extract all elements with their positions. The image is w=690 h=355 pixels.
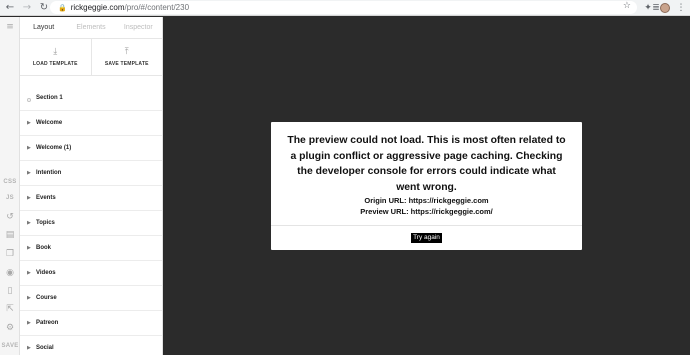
css-button[interactable]: CSS — [0, 177, 20, 187]
error-message: The preview could not load. This is most… — [287, 135, 566, 193]
modal-footer: Try again — [271, 226, 582, 250]
list-item[interactable]: ▶ Welcome — [20, 111, 162, 136]
history-icon[interactable]: ↺ — [0, 211, 20, 223]
icon-rail: ≡ CSS JS ↺ ▤ ❐ ◉ ▯ ⇱ ⚙ SAVE — [0, 17, 20, 355]
list-item[interactable]: ▶ Patreon — [20, 311, 162, 336]
preview-icon[interactable]: ◉ — [0, 267, 20, 279]
hamburger-menu-icon[interactable]: ≡ — [0, 21, 20, 33]
layout-tree: Section 1 ▶ Welcome ▶ Welcome (1) ▶ Inte… — [20, 86, 162, 355]
list-item[interactable]: ▶ Book — [20, 236, 162, 261]
list-item[interactable]: ▶ Course — [20, 286, 162, 311]
caret-right-icon[interactable]: ▶ — [27, 170, 36, 176]
layers-icon[interactable]: ❐ — [0, 248, 20, 260]
caret-right-icon[interactable]: ▶ — [27, 220, 36, 226]
list-item-label: Welcome (1) — [36, 145, 72, 151]
tab-layout[interactable]: Layout — [20, 17, 67, 38]
list-item[interactable]: ▶ Welcome (1) — [20, 136, 162, 161]
url-path: /pro/#/content/230 — [124, 3, 190, 12]
save-label: SAVE — [1, 343, 19, 349]
upload-icon: ⤒ — [124, 47, 129, 57]
save-button[interactable]: SAVE — [0, 341, 20, 351]
caret-right-icon[interactable]: ▶ — [27, 245, 36, 251]
browser-toolbar: ← → ↻ 🔒 rickgeggie.com/pro/#/content/230… — [0, 0, 690, 16]
template-actions: ⤓ LOAD TEMPLATE ⤒ SAVE TEMPLATE — [20, 39, 162, 76]
list-item-label: Topics — [36, 220, 55, 226]
preview-error-modal: The preview could not load. This is most… — [271, 122, 582, 250]
list-item[interactable]: ▶ Social — [20, 336, 162, 355]
mobile-icon[interactable]: ▯ — [0, 285, 20, 297]
address-bar[interactable]: 🔒 rickgeggie.com/pro/#/content/230 ☆ — [50, 1, 637, 14]
try-again-button[interactable]: Try again — [411, 233, 442, 243]
caret-right-icon[interactable]: ▶ — [27, 270, 36, 276]
save-template-button[interactable]: ⤒ SAVE TEMPLATE — [90, 39, 163, 75]
caret-right-icon[interactable]: ▶ — [27, 345, 36, 351]
css-label: CSS — [3, 179, 17, 185]
caret-right-icon[interactable]: ▶ — [27, 120, 36, 126]
origin-url: Origin URL: https://rickgeggie.com — [364, 196, 489, 205]
caret-right-icon[interactable]: ▶ — [27, 195, 36, 201]
external-link-icon[interactable]: ⇱ — [0, 303, 20, 315]
list-item[interactable]: Section 1 — [20, 86, 162, 111]
load-template-label: LOAD TEMPLATE — [32, 61, 78, 67]
list-item-label: Book — [36, 245, 51, 251]
tab-elements[interactable]: Elements — [67, 17, 114, 38]
list-item[interactable]: ▶ Intention — [20, 161, 162, 186]
list-item-label: Course — [36, 295, 57, 301]
list-item-label: Events — [36, 195, 56, 201]
url-host: rickgeggie.com — [70, 3, 125, 12]
preview-canvas: The preview could not load. This is most… — [164, 17, 690, 355]
panel-tabs: Layout Elements Inspector — [20, 17, 162, 39]
layout-icon[interactable]: ▤ — [0, 229, 20, 241]
modal-body: The preview could not load. This is most… — [271, 122, 582, 226]
list-item-label: Patreon — [36, 320, 59, 326]
list-item-label: Videos — [36, 270, 56, 276]
list-item[interactable]: ▶ Events — [20, 186, 162, 211]
js-button[interactable]: JS — [0, 193, 20, 203]
star-icon[interactable]: ☆ — [623, 1, 631, 11]
js-label: JS — [6, 195, 14, 201]
caret-right-icon[interactable]: ▶ — [27, 145, 36, 151]
gear-icon[interactable]: ⚙ — [0, 322, 20, 334]
list-item-label: Section 1 — [36, 95, 63, 101]
load-template-button[interactable]: ⤓ LOAD TEMPLATE — [20, 39, 91, 75]
preview-url: Preview URL: https://rickgeggie.com/ — [360, 207, 493, 216]
tab-inspector[interactable]: Inspector — [115, 17, 162, 38]
caret-right-icon[interactable]: ▶ — [27, 295, 36, 301]
kebab-menu-icon[interactable]: ⋮ — [675, 2, 687, 14]
builder-panel: Layout Elements Inspector ⤓ LOAD TEMPLAT… — [20, 17, 163, 355]
save-template-label: SAVE TEMPLATE — [104, 61, 149, 67]
download-icon: ⤓ — [53, 47, 58, 57]
list-item-label: Social — [36, 345, 54, 351]
list-item-label: Welcome — [36, 120, 63, 126]
list-item[interactable]: ▶ Videos — [20, 261, 162, 286]
list-item-label: Intention — [36, 170, 62, 176]
list-item[interactable]: ▶ Topics — [20, 211, 162, 236]
reload-icon[interactable]: ↻ — [37, 1, 51, 15]
avatar[interactable] — [660, 3, 670, 13]
forward-icon[interactable]: → — [20, 1, 34, 15]
lock-icon[interactable]: 🔒 — [58, 4, 67, 12]
back-icon[interactable]: ← — [3, 1, 17, 15]
circle-icon — [27, 89, 36, 107]
caret-right-icon[interactable]: ▶ — [27, 320, 36, 326]
